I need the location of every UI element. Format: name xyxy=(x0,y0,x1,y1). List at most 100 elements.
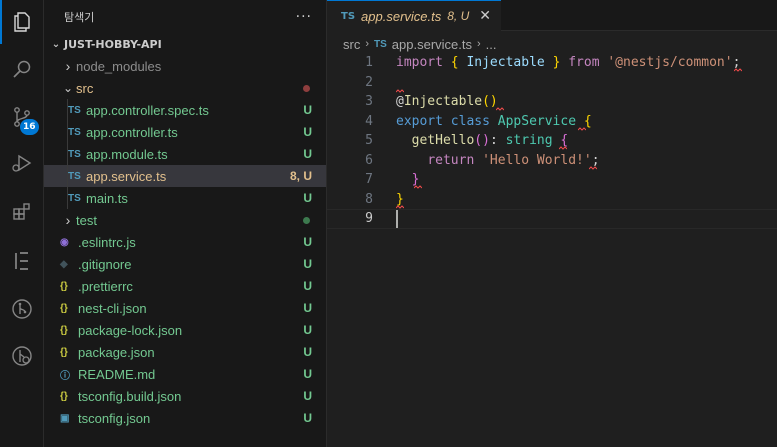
git-history-button[interactable] xyxy=(0,334,44,378)
json-file-icon: {} xyxy=(60,324,68,336)
tree-item-label: node_modules xyxy=(76,58,162,74)
code-token: from xyxy=(568,55,600,71)
file-item[interactable]: ◉ .eslintrc.js U xyxy=(44,231,326,253)
tab-app-service[interactable]: TS app.service.ts 8, U ✕ xyxy=(327,0,501,31)
breadcrumb-folder[interactable]: src xyxy=(343,37,360,52)
code-line[interactable]: 4 export class AppService { xyxy=(327,112,777,132)
indent-guide xyxy=(67,187,68,209)
elementor-button[interactable] xyxy=(0,239,44,283)
info-file-icon: ⓘ xyxy=(60,370,70,382)
explorer-title: 탐색기 xyxy=(64,10,95,24)
code-token: 'Hello World!' xyxy=(482,152,592,168)
git-status-indicator: U xyxy=(303,125,312,139)
git-graph-button[interactable] xyxy=(0,287,44,331)
lint-warning-squiggle xyxy=(396,89,404,93)
tab-bar: TS app.service.ts 8, U ✕ xyxy=(327,0,777,31)
tree-item-label: package-lock.json xyxy=(78,322,183,338)
git-graph-icon xyxy=(12,299,32,319)
git-status-indicator: U xyxy=(303,279,312,293)
line-number: 7 xyxy=(365,172,373,188)
tree-item-label: package.json xyxy=(78,344,155,360)
more-actions-icon[interactable]: ··· xyxy=(296,9,312,25)
code-text: getHello(): string { xyxy=(396,133,569,149)
source-control-button[interactable]: 16 xyxy=(0,95,44,139)
run-debug-button[interactable] xyxy=(0,141,44,185)
code-token: : xyxy=(489,133,506,149)
changes-count-badge: 16 xyxy=(20,119,39,135)
line-number: 3 xyxy=(365,94,373,110)
search-button[interactable] xyxy=(0,47,44,91)
activity-bar: 16 xyxy=(0,0,44,447)
code-token: return xyxy=(427,152,475,168)
eslint-file-icon: ◉ xyxy=(60,236,69,248)
file-item[interactable]: {} .prettierrc U xyxy=(44,275,326,297)
code-line[interactable]: 7 } xyxy=(327,170,777,190)
folder-item[interactable]: › test xyxy=(44,209,326,231)
json-file-icon: {} xyxy=(60,390,68,402)
file-item[interactable]: TS app.controller.spec.ts U xyxy=(44,99,326,121)
explorer-button[interactable] xyxy=(0,0,44,44)
git-status-indicator: U xyxy=(303,301,312,315)
file-item[interactable]: ▣ tsconfig.json U xyxy=(44,407,326,429)
code-line[interactable]: 5 getHello(): string { xyxy=(327,131,777,151)
current-line-highlight xyxy=(327,209,777,229)
file-tree: › node_modules ⌄ src TS app.controller.spec.t… xyxy=(44,55,326,429)
code-line[interactable]: 1 import { Injectable } from '@nestjs/com… xyxy=(327,53,777,73)
line-number: 1 xyxy=(365,55,373,71)
indent-guide xyxy=(67,165,68,187)
chevron-right-icon: › xyxy=(477,38,481,50)
code-line[interactable]: 2 xyxy=(327,73,777,93)
file-item[interactable]: ⓘ README.md U xyxy=(44,363,326,385)
file-item[interactable]: TS app.module.ts U xyxy=(44,143,326,165)
extensions-button[interactable] xyxy=(0,189,44,233)
folder-item[interactable]: ⌄ src xyxy=(44,77,326,99)
git-status-indicator: 8, U xyxy=(289,169,312,183)
project-section-header[interactable]: ⌄ JUST-HOBBY-API xyxy=(44,33,326,55)
file-item[interactable]: TS app.service.ts 8, U xyxy=(44,165,326,187)
git-status-indicator: U xyxy=(303,389,312,403)
code-editor[interactable]: 1 import { Injectable } from '@nestjs/com… xyxy=(327,53,777,229)
typescript-file-icon: TS xyxy=(68,192,81,204)
git-status-indicator: U xyxy=(303,345,312,359)
editor-area: TS app.service.ts 8, U ✕ src › TS app.se… xyxy=(327,0,777,447)
code-line[interactable]: 9 xyxy=(327,209,777,229)
code-token: string xyxy=(505,133,553,149)
tree-item-label: tsconfig.json xyxy=(78,410,151,426)
close-icon[interactable]: ✕ xyxy=(479,8,491,24)
git-status-indicator: U xyxy=(303,191,312,205)
typescript-file-icon: TS xyxy=(68,148,81,160)
file-item[interactable]: {} tsconfig.build.json U xyxy=(44,385,326,407)
code-line[interactable]: 8} xyxy=(327,190,777,210)
breadcrumb-symbols[interactable]: ... xyxy=(486,37,497,52)
code-line[interactable]: 3 @Injectable() xyxy=(327,89,777,112)
git-status-indicator: U xyxy=(303,257,312,271)
code-line[interactable]: 6 return 'Hello World!'; xyxy=(327,151,777,171)
breadcrumb-file[interactable]: app.service.ts xyxy=(392,37,472,52)
status-dot-icon xyxy=(303,85,310,92)
file-item[interactable]: ◆ .gitignore U xyxy=(44,253,326,275)
file-item[interactable]: {} nest-cli.json U xyxy=(44,297,326,319)
folder-item[interactable]: › node_modules xyxy=(44,55,326,77)
text-cursor xyxy=(396,209,398,228)
git-file-icon: ◆ xyxy=(60,258,68,270)
tree-item-label: nest-cli.json xyxy=(78,300,147,316)
code-token: '@nestjs/common' xyxy=(607,55,733,71)
file-item[interactable]: {} package.json U xyxy=(44,341,326,363)
chevron-right-icon: › xyxy=(365,38,370,50)
file-item[interactable]: TS app.controller.ts U xyxy=(44,121,326,143)
chevron-down-icon: ⌄ xyxy=(51,38,61,50)
lint-warning-squiggle xyxy=(414,185,422,189)
lint-warning-squiggle xyxy=(589,165,597,170)
json-file-icon: {} xyxy=(60,280,68,292)
file-item[interactable]: TS main.ts U xyxy=(44,187,326,209)
file-item[interactable]: {} package-lock.json U xyxy=(44,319,326,341)
search-icon xyxy=(13,60,31,78)
tab-label: app.service.ts xyxy=(361,8,442,24)
line-number: 8 xyxy=(365,191,373,207)
git-status-indicator: U xyxy=(303,411,312,425)
git-history-icon xyxy=(12,346,32,366)
